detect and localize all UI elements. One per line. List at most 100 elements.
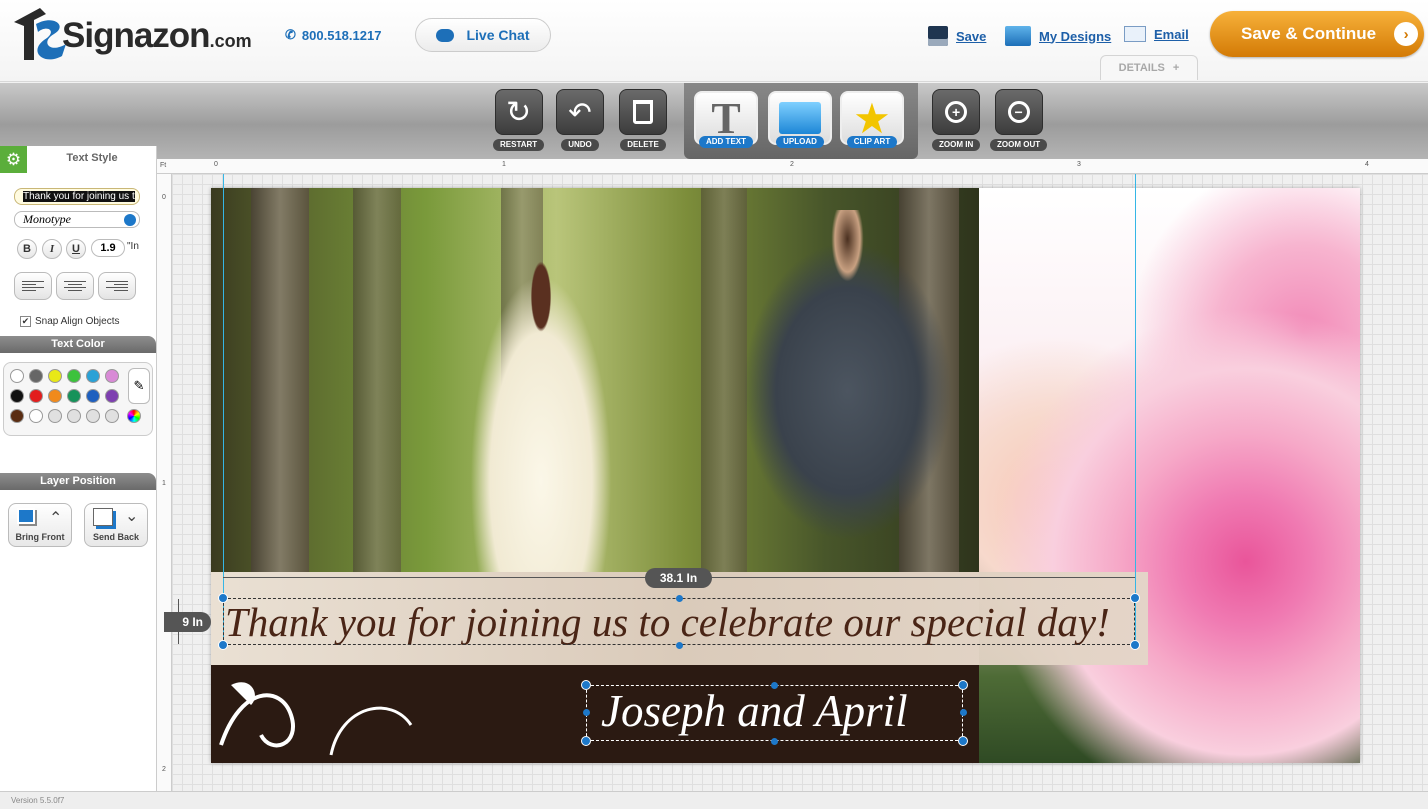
selection-box[interactable] <box>586 685 963 741</box>
upload-label: UPLOAD <box>776 136 824 148</box>
bold-button[interactable]: B <box>17 239 37 259</box>
clip-art-button[interactable]: ★ CLIP ART <box>840 91 904 148</box>
color-swatch[interactable] <box>105 409 119 423</box>
color-swatch[interactable] <box>48 389 62 403</box>
chevron-up-icon: ⌃ <box>49 510 63 527</box>
design-canvas[interactable]: Thank you for joining us to celebrate ou… <box>211 188 1360 763</box>
details-tab[interactable]: DETAILS + <box>1100 55 1198 80</box>
resize-handle[interactable] <box>676 595 683 602</box>
color-swatch[interactable] <box>48 369 62 383</box>
selection-box[interactable] <box>223 598 1135 645</box>
color-swatch[interactable] <box>86 369 100 383</box>
ruler-tick-label: 4 <box>1365 161 1369 168</box>
phone-icon: ✆ <box>285 27 296 42</box>
color-swatch[interactable] <box>67 389 81 403</box>
color-swatch[interactable] <box>10 409 24 423</box>
send-back-icon <box>93 508 113 526</box>
resize-handle[interactable] <box>958 736 968 746</box>
gear-icon[interactable]: ⚙ <box>0 146 27 173</box>
text-content-input[interactable]: Thank you for joining us t <box>14 188 140 205</box>
checkmark-icon: ✔ <box>20 316 31 327</box>
color-swatch[interactable] <box>105 389 119 403</box>
color-swatch[interactable] <box>29 389 43 403</box>
resize-handle[interactable] <box>583 709 590 716</box>
color-swatch[interactable] <box>86 409 100 423</box>
details-label: DETAILS <box>1118 62 1165 74</box>
save-link[interactable]: Save <box>928 26 986 46</box>
color-wheel-icon[interactable] <box>127 409 141 423</box>
phone-number: 800.518.1217 <box>301 27 382 43</box>
eyedropper-icon[interactable]: ✎ <box>128 368 150 404</box>
color-swatch[interactable] <box>29 409 43 423</box>
live-chat-button[interactable]: Live Chat <box>415 18 551 52</box>
restart-label: RESTART <box>493 139 545 151</box>
color-swatch[interactable] <box>86 389 100 403</box>
bride-figure <box>461 248 621 572</box>
zoom-in-label: ZOOM IN <box>932 139 981 151</box>
my-designs-label: My Designs <box>1039 28 1112 44</box>
roses-image[interactable] <box>979 188 1360 763</box>
clip-art-label: CLIP ART <box>846 136 898 148</box>
snap-align-label: Snap Align Objects <box>35 316 120 327</box>
save-continue-button[interactable]: Save & Continue › <box>1210 11 1424 57</box>
zoom-in-button[interactable]: + ZOOM IN <box>932 89 981 151</box>
resize-handle[interactable] <box>958 680 968 690</box>
font-select[interactable]: Monotype <box>14 211 140 228</box>
color-palette: ✎ <box>3 362 153 436</box>
rotate-handle[interactable] <box>581 680 591 690</box>
ruler-left: 0 1 2 <box>157 174 172 791</box>
resize-handle[interactable] <box>1130 593 1140 603</box>
resize-handle[interactable] <box>1130 640 1140 650</box>
upload-button[interactable]: UPLOAD <box>768 91 832 148</box>
resize-handle[interactable] <box>581 736 591 746</box>
signazon-logo[interactable]: Signazon.com <box>10 4 260 68</box>
color-swatch[interactable] <box>48 409 62 423</box>
my-designs-link[interactable]: My Designs <box>1005 26 1111 46</box>
phone-contact[interactable]: ✆ 800.518.1217 <box>285 27 381 43</box>
resize-handle[interactable] <box>218 640 228 650</box>
zoom-out-button[interactable]: − ZOOM OUT <box>990 89 1048 151</box>
color-swatch[interactable] <box>10 389 24 403</box>
restart-icon: ↻ <box>506 95 532 129</box>
bring-front-button[interactable]: ⌃ Bring Front <box>8 503 72 547</box>
width-measurement-badge: 38.1 In <box>645 568 712 588</box>
resize-handle[interactable] <box>960 709 967 716</box>
ruler-tick-label: 1 <box>502 161 506 168</box>
color-swatch[interactable] <box>105 369 119 383</box>
resize-handle[interactable] <box>676 642 683 649</box>
restart-button[interactable]: ↻ RESTART <box>493 89 545 151</box>
font-size-input[interactable]: 1.9 <box>91 239 125 257</box>
undo-button[interactable]: ↶ UNDO <box>556 89 604 151</box>
align-right-button[interactable] <box>98 272 136 300</box>
ruler-top: Ft 0 1 2 3 4 <box>157 159 1428 174</box>
rotate-handle[interactable] <box>218 593 228 603</box>
delete-button[interactable]: DELETE <box>619 89 667 151</box>
left-panel: ⚙ Text Style Thank you for joining us t … <box>0 146 157 791</box>
add-text-button[interactable]: T ADD TEXT <box>694 91 758 148</box>
wedding-photo[interactable] <box>211 188 979 572</box>
alignment-guide <box>223 174 224 644</box>
zoom-out-icon: − <box>1007 101 1030 123</box>
send-back-label: Send Back <box>92 532 140 542</box>
bring-front-label: Bring Front <box>15 532 65 542</box>
underline-button[interactable]: U <box>66 239 86 259</box>
color-swatch[interactable] <box>29 369 43 383</box>
ruler-tick-label: 0 <box>214 161 218 168</box>
text-color-header: Text Color <box>0 336 156 353</box>
version-label: Version 5.5.0f7 <box>11 796 65 805</box>
align-center-button[interactable] <box>56 272 94 300</box>
groom-figure <box>721 210 951 572</box>
send-back-button[interactable]: ⌄ Send Back <box>84 503 148 547</box>
color-swatch[interactable] <box>10 369 24 383</box>
snap-align-checkbox[interactable]: ✔ Snap Align Objects <box>20 316 120 327</box>
email-link[interactable]: Email <box>1124 26 1189 42</box>
ruler-tick-label: 0 <box>162 194 166 201</box>
dropdown-arrow-icon <box>124 214 136 226</box>
italic-button[interactable]: I <box>42 239 62 259</box>
resize-handle[interactable] <box>771 738 778 745</box>
brand-name: Signazon <box>62 16 211 55</box>
color-swatch[interactable] <box>67 369 81 383</box>
color-swatch[interactable] <box>67 409 81 423</box>
resize-handle[interactable] <box>771 682 778 689</box>
align-left-button[interactable] <box>14 272 52 300</box>
